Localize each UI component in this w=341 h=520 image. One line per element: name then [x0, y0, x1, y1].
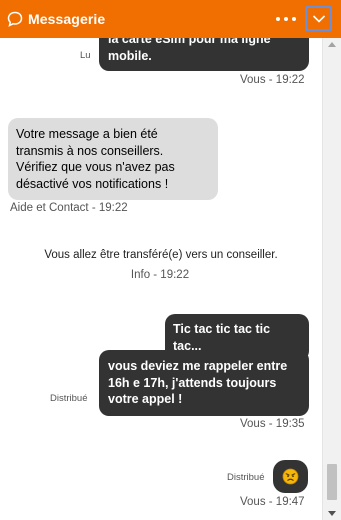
message-bubble-received: Votre message a bien été transmis à nos …	[8, 118, 218, 200]
message-status: Distribué	[50, 393, 88, 404]
message-status: Lu	[80, 50, 91, 61]
message-status: Distribué	[227, 472, 265, 483]
message-list-scrollbar[interactable]	[322, 38, 341, 520]
chat-bubble-icon	[7, 11, 23, 27]
more-options-button[interactable]	[272, 8, 300, 30]
system-message: Vous allez être transféré(e) vers un con…	[44, 249, 278, 261]
chat-header: Messagerie	[0, 0, 341, 38]
collapse-chat-button[interactable]	[305, 6, 332, 31]
message-meta: Vous - 19:22	[240, 74, 305, 86]
scroll-up-arrow-icon[interactable]	[328, 42, 336, 47]
chevron-down-icon	[312, 14, 325, 23]
more-options-icon	[276, 17, 280, 21]
scrollbar-thumb[interactable]	[327, 464, 337, 500]
scroll-down-arrow-icon[interactable]	[328, 511, 336, 516]
message-bubble-sent: la carte eSim pour ma ligne mobile.	[99, 38, 309, 71]
angry-face-emoji	[282, 468, 299, 485]
message-bubble-sent: vous deviez me rappeler entre 16h e 17h,…	[99, 350, 309, 416]
message-meta: Vous - 19:35	[240, 418, 305, 430]
message-list[interactable]: la carte eSim pour ma ligne mobile. Lu V…	[0, 38, 322, 520]
chat-title: Messagerie	[28, 11, 106, 27]
message-meta: Vous - 19:47	[240, 496, 305, 508]
system-message-meta: Info - 19:22	[130, 269, 190, 281]
message-bubble-sent-emoji	[273, 460, 308, 493]
message-meta: Aide et Contact - 19:22	[10, 202, 128, 214]
